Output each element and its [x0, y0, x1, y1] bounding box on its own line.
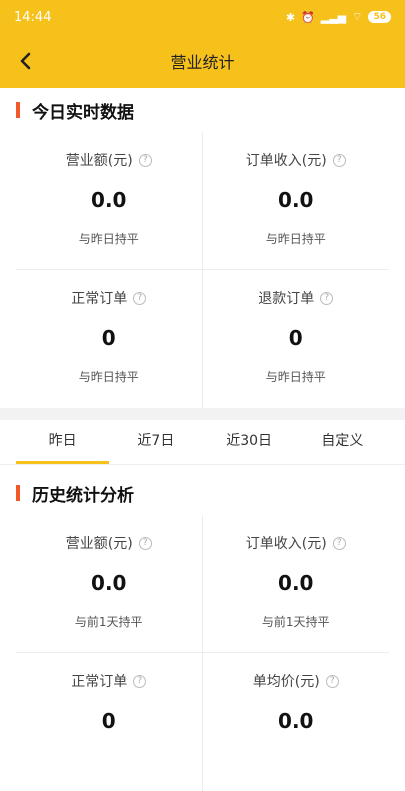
- tab-last-7-days[interactable]: 近7日: [109, 420, 202, 464]
- realtime-stats-grid: 营业额(元)? 0.0 与昨日持平 订单收入(元)? 0.0 与昨日持平 正常订…: [0, 132, 405, 408]
- stat-compare: 与昨日持平: [78, 370, 139, 384]
- battery-icon: 56: [368, 11, 391, 23]
- help-icon[interactable]: ?: [138, 536, 152, 550]
- tab-last-30-days[interactable]: 近30日: [203, 420, 296, 464]
- history-header: 历史统计分析: [0, 471, 405, 515]
- help-icon[interactable]: ?: [133, 291, 147, 305]
- stat-compare: 与昨日持平: [265, 232, 326, 246]
- stat-compare: 与前1天持平: [74, 615, 143, 629]
- stat-value: 0.0: [278, 571, 314, 595]
- stat-compare: 与昨日持平: [265, 370, 326, 384]
- wifi-icon: ⌔: [352, 10, 363, 23]
- tab-yesterday[interactable]: 昨日: [16, 420, 110, 464]
- stat-card: 营业额(元)? 0.0 与昨日持平: [16, 132, 203, 270]
- stat-label: 正常订单: [71, 291, 128, 307]
- stat-label: 订单收入(元): [245, 536, 327, 552]
- status-bar: 14:44 ✱ ⏰ ▂▃▅ ⌔ 56: [0, 0, 405, 34]
- stat-card: 正常订单? 0 与昨日持平: [16, 270, 203, 408]
- tab-custom[interactable]: 自定义: [296, 420, 389, 464]
- stat-compare: 与前1天持平: [261, 615, 330, 629]
- realtime-section: 今日实时数据 营业额(元)? 0.0 与昨日持平 订单收入(元)? 0.0 与昨…: [0, 88, 405, 408]
- stat-value: 0.0: [278, 188, 314, 212]
- stat-card: 订单收入(元)? 0.0 与昨日持平: [202, 132, 389, 270]
- stat-card: 单均价(元)? 0.0: [203, 653, 390, 791]
- stat-label: 正常订单: [71, 674, 128, 690]
- stat-value: 0: [101, 326, 116, 350]
- stat-value: 0: [101, 709, 116, 733]
- stat-value: 0: [288, 326, 303, 350]
- help-icon[interactable]: ?: [138, 153, 152, 167]
- signal-icon: ▂▃▅: [320, 10, 347, 24]
- period-tabs: 昨日 近7日 近30日 自定义: [0, 420, 405, 465]
- stat-label: 单均价(元): [252, 674, 320, 690]
- section-accent-bar: [16, 485, 20, 501]
- help-icon[interactable]: ?: [332, 153, 346, 167]
- stat-label: 营业额(元): [65, 536, 133, 552]
- page-title: 营业统计: [170, 53, 235, 72]
- stat-label: 订单收入(元): [245, 153, 327, 169]
- help-icon[interactable]: ?: [320, 291, 334, 305]
- stat-compare: 与昨日持平: [78, 232, 139, 246]
- nav-bar: 营业统计: [0, 34, 405, 88]
- chevron-left-icon: [20, 52, 31, 70]
- bluetooth-icon: ✱: [285, 10, 296, 24]
- stat-label: 退款订单: [258, 291, 315, 307]
- stat-value: 0.0: [91, 571, 127, 595]
- alarm-icon: ⏰: [301, 10, 315, 24]
- back-button[interactable]: [8, 34, 42, 88]
- status-icons: ✱ ⏰ ▂▃▅ ⌔ 56: [286, 10, 391, 24]
- help-icon[interactable]: ?: [133, 674, 147, 688]
- stat-card: 正常订单? 0: [16, 653, 203, 791]
- stat-value: 0.0: [91, 188, 127, 212]
- stat-card: 营业额(元)? 0.0 与前1天持平: [16, 515, 203, 653]
- stat-label: 营业额(元): [65, 153, 133, 169]
- realtime-header: 今日实时数据: [0, 88, 405, 132]
- help-icon[interactable]: ?: [332, 536, 346, 550]
- realtime-title: 今日实时数据: [32, 102, 134, 123]
- history-section: 历史统计分析 营业额(元)? 0.0 与前1天持平 订单收入(元)? 0.0 与…: [0, 465, 405, 791]
- stat-card: 订单收入(元)? 0.0 与前1天持平: [202, 515, 389, 653]
- status-time: 14:44: [14, 9, 52, 25]
- help-icon[interactable]: ?: [325, 674, 339, 688]
- stat-card: 退款订单? 0 与昨日持平: [203, 270, 390, 408]
- stat-value: 0.0: [278, 709, 314, 733]
- history-title: 历史统计分析: [32, 485, 134, 506]
- history-stats-grid: 营业额(元)? 0.0 与前1天持平 订单收入(元)? 0.0 与前1天持平 正…: [0, 515, 405, 791]
- section-gap: [0, 408, 405, 420]
- section-accent-bar: [16, 102, 20, 118]
